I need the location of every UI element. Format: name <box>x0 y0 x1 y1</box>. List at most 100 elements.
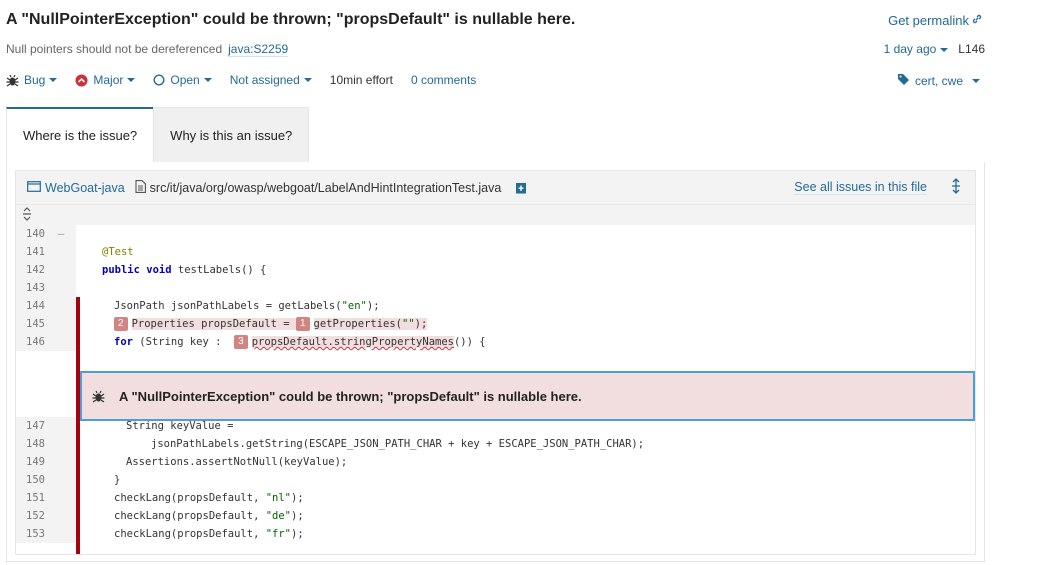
tags-label: cert, cwe <box>914 74 963 88</box>
assignee-dropdown[interactable]: Not assigned <box>230 73 312 87</box>
code-line: 142 public void testLabels() { <box>16 261 975 279</box>
file-path: src/it/java/org/owasp/webgoat/LabelAndHi… <box>135 179 528 196</box>
bug-icon <box>92 390 105 403</box>
line-number: 146 <box>26 336 45 348</box>
line-number: 142 <box>26 264 45 276</box>
code-text: jsonPathLabels.getString(ESCAPE_JSON_PAT… <box>151 438 645 450</box>
file-icon <box>135 179 146 196</box>
major-severity-icon <box>75 74 88 87</box>
source-header: WebGoat-java src/it/java/org/owasp/webgo… <box>16 171 975 205</box>
file-path-label: src/it/java/org/owasp/webgoat/LabelAndHi… <box>149 180 502 195</box>
code-line: 153 checkLang(propsDefault, "fr"); <box>16 525 975 543</box>
open-status-icon <box>153 74 165 86</box>
line-number: 150 <box>26 474 45 486</box>
inline-issue-box[interactable]: A "NullPointerException" could be thrown… <box>80 371 975 421</box>
code-line: 141 @Test <box>16 243 975 261</box>
get-permalink-link[interactable]: Get permalink <box>888 13 983 28</box>
line-number: 145 <box>26 318 45 330</box>
code-line: 143 <box>16 279 975 297</box>
code-text: @Test <box>102 246 134 258</box>
tab-why-is-this-an-issue[interactable]: Why is this an issue? <box>153 107 310 162</box>
expand-icon[interactable] <box>951 178 961 197</box>
age-label: 1 day ago <box>883 42 937 56</box>
assignee-label: Not assigned <box>229 73 300 87</box>
bug-icon <box>6 74 19 87</box>
code-line: 145 2 Properties propsDefault = 1 getProper… <box>16 315 975 333</box>
issue-range-bar <box>76 306 80 554</box>
severity-dropdown[interactable]: Major <box>75 73 136 87</box>
code-text: JsonPath jsonPathLabels = getLabels("en"… <box>114 300 380 312</box>
code-line: 144 JsonPath jsonPathLabels = getLabels("… <box>16 297 975 315</box>
chevron-down-icon <box>972 79 980 83</box>
expand-row[interactable] <box>16 205 975 225</box>
location-badge[interactable]: 2 <box>114 317 128 331</box>
code-text: public void testLabels() { <box>102 264 267 276</box>
code-text: Assertions.assertNotNull(keyValue); <box>126 456 348 468</box>
copy-path-icon[interactable] <box>515 181 527 194</box>
source-viewer: WebGoat-java src/it/java/org/owasp/webgo… <box>15 170 976 555</box>
code-text: checkLang(propsDefault, "de"); <box>114 510 304 522</box>
tab-panel: WebGoat-java src/it/java/org/owasp/webgo… <box>6 162 985 562</box>
link-icon <box>971 13 983 28</box>
severity-label: Major <box>93 73 124 87</box>
chevron-down-icon <box>49 78 58 82</box>
code-text: checkLang(propsDefault, "nl"); <box>114 492 304 504</box>
code-line: 149 Assertions.assertNotNull(keyValue); <box>16 453 975 471</box>
code-text: for (String key : 3 propsDefault.stringPr… <box>114 335 486 349</box>
type-dropdown[interactable]: Bug <box>6 73 58 87</box>
location-badge[interactable]: 3 <box>234 335 248 349</box>
tags-dropdown[interactable]: cert, cwe <box>897 73 980 89</box>
issue-tabs: Where is the issue? Why is this an issue… <box>6 107 310 162</box>
line-number: 152 <box>26 510 45 522</box>
code-line: 152 checkLang(propsDefault, "de"); <box>16 507 975 525</box>
line-number: 140 <box>26 228 45 240</box>
collapse-icon[interactable]: – <box>58 228 64 240</box>
project-name: WebGoat-java <box>45 180 125 195</box>
code-text: 2 Properties propsDefault = 1 getPropertie… <box>80 315 428 333</box>
chevron-down-icon <box>303 78 312 82</box>
line-number: 148 <box>26 438 45 450</box>
code-line: 148 jsonPathLabels.getString(ESCAPE_JSON_… <box>16 435 975 453</box>
issue-title: A "NullPointerException" could be thrown… <box>6 11 576 28</box>
tag-icon <box>897 73 910 89</box>
line-reference: L146 <box>958 42 985 56</box>
line-number: 151 <box>26 492 45 504</box>
issue-meta: 1 day ago L146 <box>884 42 985 56</box>
code-lines-continued: 147 String keyValue = 148 jsonPathLabels.g… <box>16 417 975 543</box>
tab-where-is-the-issue[interactable]: Where is the issue? <box>6 107 154 162</box>
age-dropdown[interactable]: 1 day ago <box>884 42 949 56</box>
code-line: 146 for (String key : 3 propsDefault.strin… <box>16 333 975 351</box>
project-icon <box>27 180 41 195</box>
code-text: } <box>114 474 121 486</box>
rule-key-link[interactable]: java:S2259 <box>228 42 289 57</box>
comments-label: 0 comments <box>410 73 477 87</box>
line-number: 144 <box>26 300 45 312</box>
status-label: Open <box>170 73 200 87</box>
effort: 10min effort <box>330 73 393 87</box>
code-line: 140 – <box>16 225 975 243</box>
status-dropdown[interactable]: Open <box>153 73 212 87</box>
effort-label: 10min effort <box>329 73 393 87</box>
rule-name: Null pointers should not be dereferenced <box>6 42 223 56</box>
inline-issue-message: A "NullPointerException" could be thrown… <box>119 388 582 404</box>
chevron-down-icon <box>940 47 949 52</box>
comments-link[interactable]: 0 comments <box>411 73 476 87</box>
line-number: 141 <box>26 246 45 258</box>
type-label: Bug <box>24 73 46 87</box>
line-number: 149 <box>26 456 45 468</box>
code-lines: 140 – 141 @Test 142 public void testLabels(… <box>16 225 975 351</box>
chevron-down-icon <box>127 78 136 82</box>
project-link[interactable]: WebGoat-java <box>27 180 125 195</box>
code-line: 151 checkLang(propsDefault, "nl"); <box>16 489 975 507</box>
issue-toolbar: Bug Major Open Not assigned 10min effort… <box>6 73 494 87</box>
code-text: checkLang(propsDefault, "fr"); <box>114 528 304 540</box>
expand-lines-icon <box>22 206 32 224</box>
location-badge[interactable]: 1 <box>295 317 310 331</box>
see-all-issues-link[interactable]: See all issues in this file <box>794 180 927 195</box>
line-number: 147 <box>26 420 45 432</box>
line-number: 153 <box>26 528 45 540</box>
line-number: 143 <box>26 282 45 294</box>
rule-info: Null pointers should not be dereferenced… <box>6 42 289 57</box>
